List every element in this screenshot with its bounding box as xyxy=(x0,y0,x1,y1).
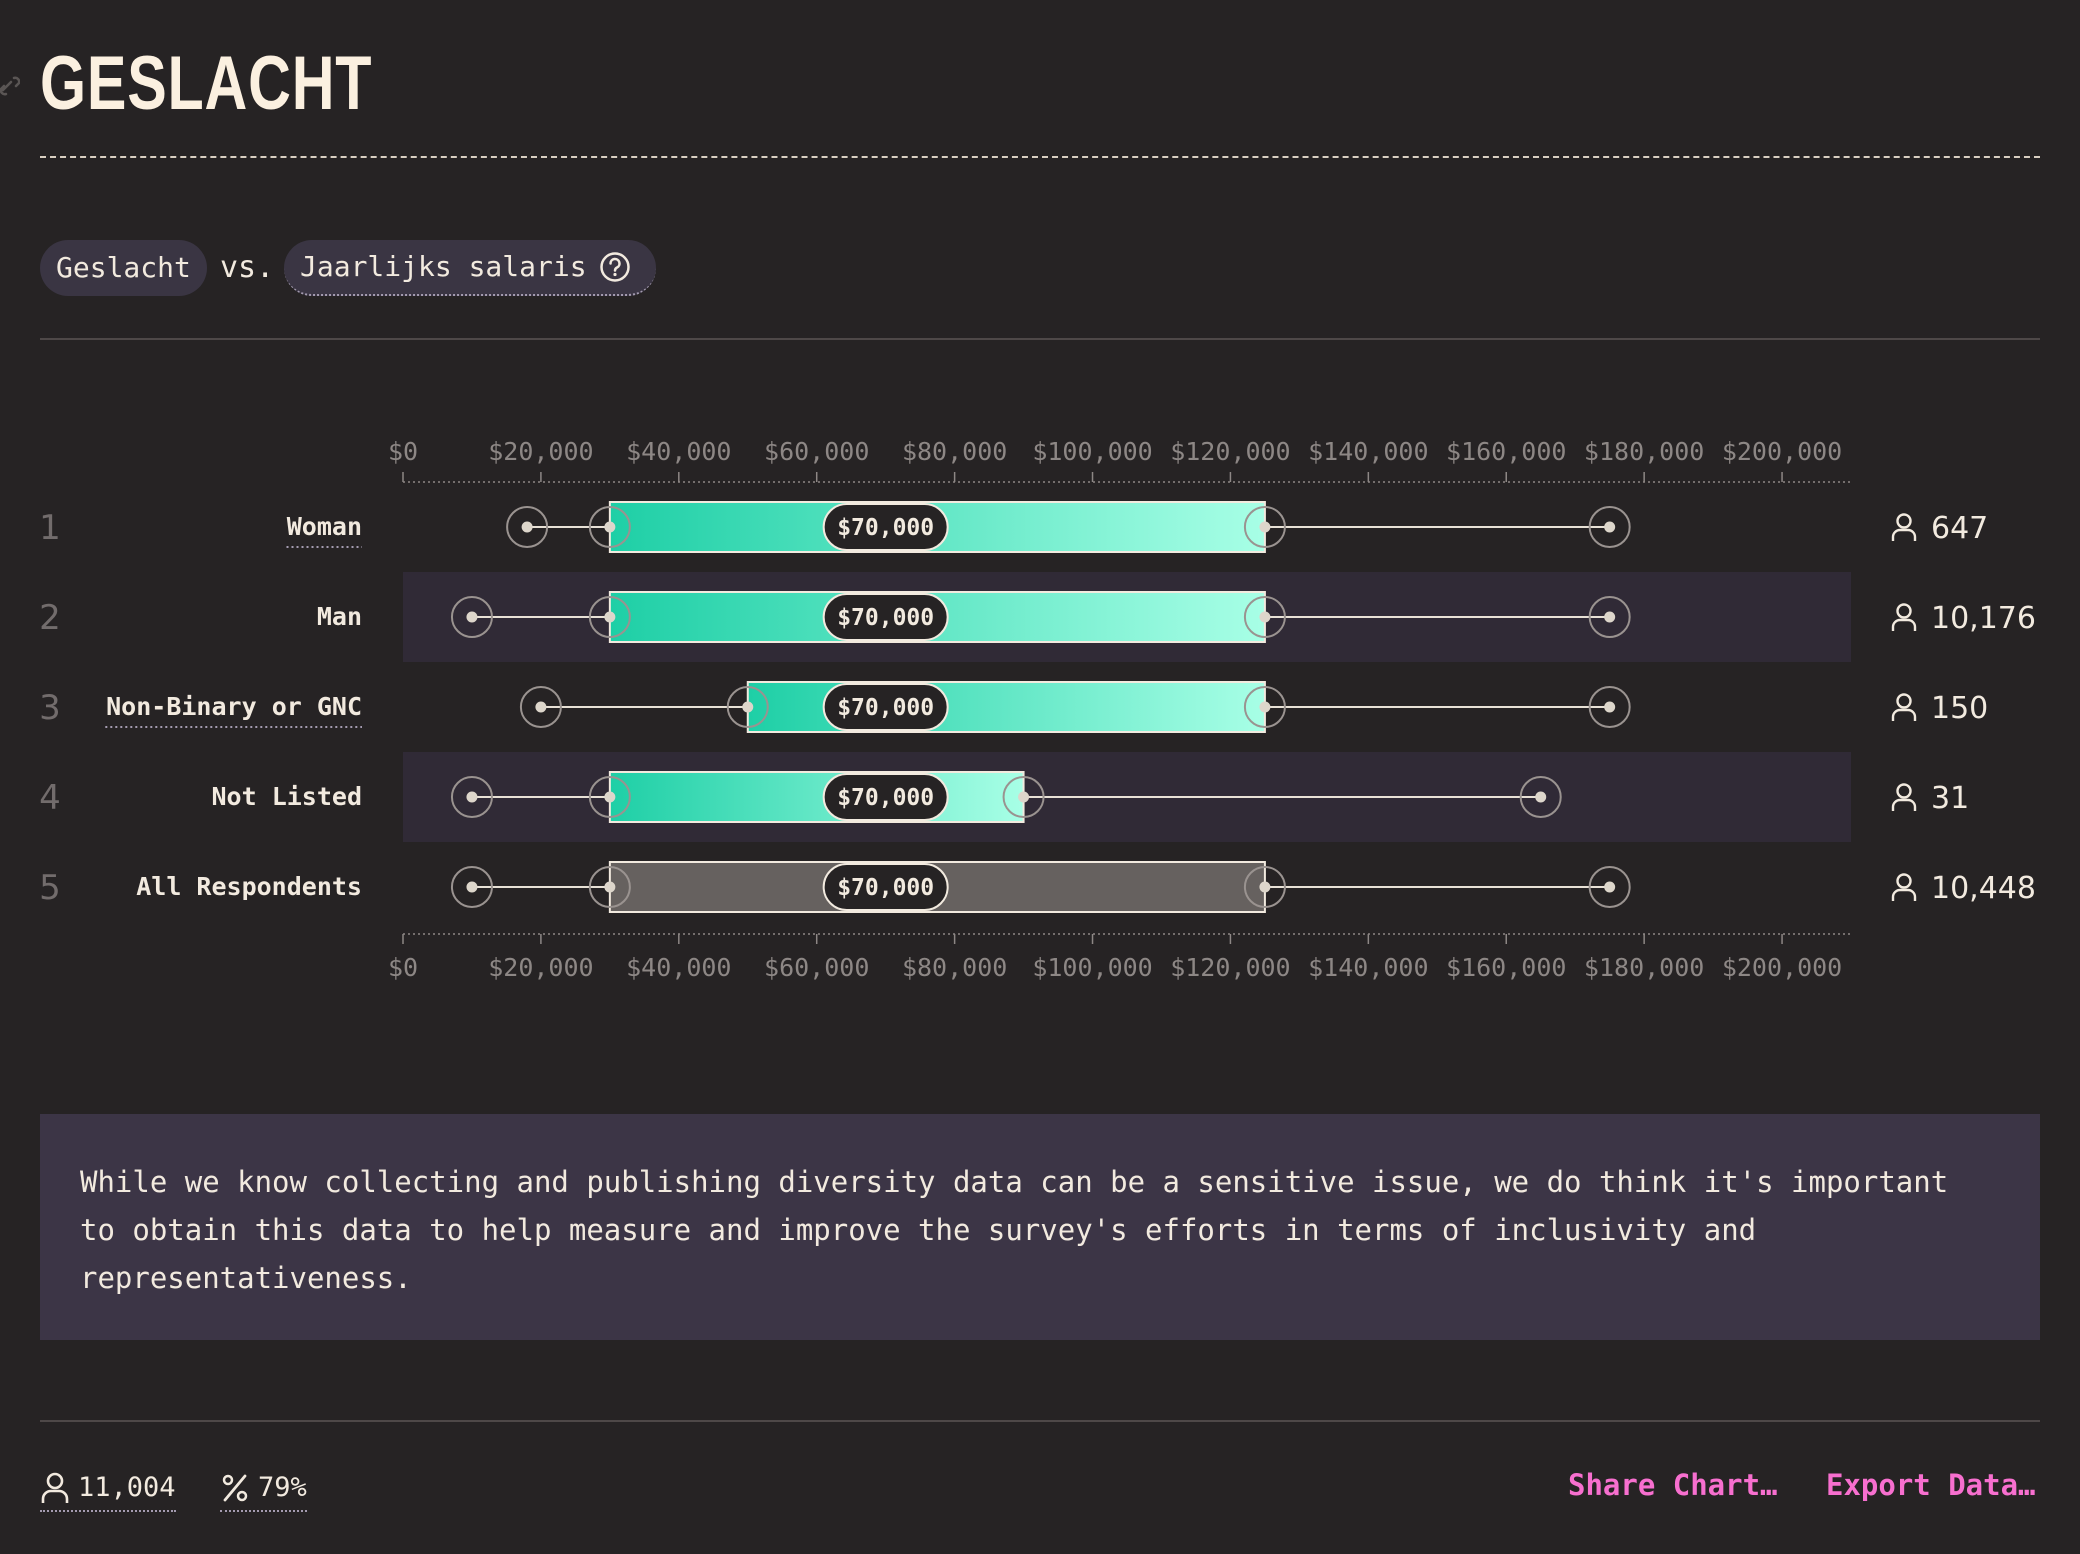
x-tick-label: $160,000 xyxy=(1446,437,1566,466)
marker-dot xyxy=(604,791,616,803)
category-label: Non-Binary or GNC xyxy=(106,692,362,721)
marker-dot xyxy=(535,701,547,713)
filter-secondary-label: Jaarlijks salaris xyxy=(300,250,587,283)
person-icon xyxy=(1891,873,1917,901)
category-label: Woman xyxy=(287,512,362,541)
title-divider xyxy=(40,156,2040,158)
marker-dot xyxy=(1259,701,1271,713)
x-tick-label: $60,000 xyxy=(764,953,869,982)
total-respondents-stat[interactable]: 11,004 xyxy=(40,1466,176,1512)
marker-dot xyxy=(604,881,616,893)
row-rank: 2 xyxy=(39,598,61,638)
row-rank: 4 xyxy=(39,778,61,818)
x-tick-label: $0 xyxy=(388,953,418,982)
help-circle-icon[interactable] xyxy=(599,251,631,283)
marker-dot xyxy=(1259,521,1271,533)
filter-primary-chip[interactable]: Geslacht xyxy=(40,240,207,296)
person-icon xyxy=(41,1472,69,1503)
marker-dot xyxy=(466,611,478,623)
filter-secondary-chip[interactable]: Jaarlijks salaris xyxy=(284,240,656,296)
respondent-count: 647 xyxy=(1931,511,1988,546)
completion-stat[interactable]: 79% xyxy=(220,1466,307,1512)
marker-dot xyxy=(604,521,616,533)
marker-dot xyxy=(466,881,478,893)
row-rank: 1 xyxy=(39,508,61,548)
x-tick-label: $200,000 xyxy=(1722,437,1842,466)
link-icon[interactable] xyxy=(0,74,20,98)
x-tick-label: $80,000 xyxy=(902,437,1007,466)
median-label: $70,000 xyxy=(837,695,934,721)
x-tick-label: $180,000 xyxy=(1584,953,1704,982)
footer-divider xyxy=(40,1420,2040,1422)
page-title: GESLACHT xyxy=(40,41,373,126)
info-note: While we know collecting and publishing … xyxy=(40,1114,2040,1340)
x-tick-label: $100,000 xyxy=(1032,437,1152,466)
median-label: $70,000 xyxy=(837,875,934,901)
respondent-count: 10,176 xyxy=(1931,601,2036,636)
marker-dot xyxy=(1535,791,1547,803)
category-label: Man xyxy=(317,602,362,631)
median-label: $70,000 xyxy=(837,515,934,541)
marker-dot xyxy=(466,791,478,803)
marker-dot xyxy=(604,611,616,623)
row-rank: 3 xyxy=(39,688,61,728)
share-chart-link[interactable]: Share Chart… xyxy=(1568,1468,1778,1502)
x-tick-label: $40,000 xyxy=(626,953,731,982)
marker-dot xyxy=(1259,611,1271,623)
x-tick-label: $160,000 xyxy=(1446,953,1566,982)
median-label: $70,000 xyxy=(837,785,934,811)
x-tick-label: $60,000 xyxy=(764,437,869,466)
respondent-count: 10,448 xyxy=(1931,871,2036,906)
x-tick-label: $100,000 xyxy=(1032,953,1152,982)
x-tick-label: $120,000 xyxy=(1170,953,1290,982)
x-tick-label: $140,000 xyxy=(1308,953,1428,982)
person-icon xyxy=(1891,603,1917,631)
x-tick-label: $120,000 xyxy=(1170,437,1290,466)
export-data-link[interactable]: Export Data… xyxy=(1826,1468,2036,1502)
marker-dot xyxy=(742,701,754,713)
x-tick-label: $180,000 xyxy=(1584,437,1704,466)
marker-dot xyxy=(1259,881,1271,893)
completion-value: 79% xyxy=(258,1472,307,1503)
boxplot-chart: $0 $20,000 $40,000 $60,000 $80,000 $100,000 $1… xyxy=(39,437,2036,982)
x-tick-label: $40,000 xyxy=(626,437,731,466)
marker-dot xyxy=(1018,791,1030,803)
x-tick-label: $20,000 xyxy=(488,953,593,982)
respondent-count: 150 xyxy=(1931,691,1988,726)
x-tick-label: $20,000 xyxy=(488,437,593,466)
marker-dot xyxy=(1604,611,1616,623)
filter-vs-label: vs. xyxy=(220,250,275,285)
marker-dot xyxy=(1604,521,1616,533)
person-icon xyxy=(1891,783,1917,811)
respondent-count: 31 xyxy=(1931,781,1969,816)
person-icon xyxy=(1891,513,1917,541)
row-rank: 5 xyxy=(39,868,61,908)
x-tick-label: $0 xyxy=(388,437,418,466)
x-tick-label: $80,000 xyxy=(902,953,1007,982)
median-label: $70,000 xyxy=(837,605,934,631)
percent-icon xyxy=(222,1474,248,1502)
info-note-text: While we know collecting and publishing … xyxy=(80,1165,1949,1295)
x-tick-label: $200,000 xyxy=(1722,953,1842,982)
person-icon xyxy=(1891,693,1917,721)
iqr-box xyxy=(608,771,1025,823)
section-divider xyxy=(40,338,2040,340)
x-tick-label: $140,000 xyxy=(1308,437,1428,466)
total-respondents-value: 11,004 xyxy=(78,1472,176,1503)
category-label: Not Listed xyxy=(211,782,362,811)
marker-dot xyxy=(521,521,533,533)
category-label: All Respondents xyxy=(136,872,362,901)
marker-dot xyxy=(1604,881,1616,893)
marker-dot xyxy=(1604,701,1616,713)
